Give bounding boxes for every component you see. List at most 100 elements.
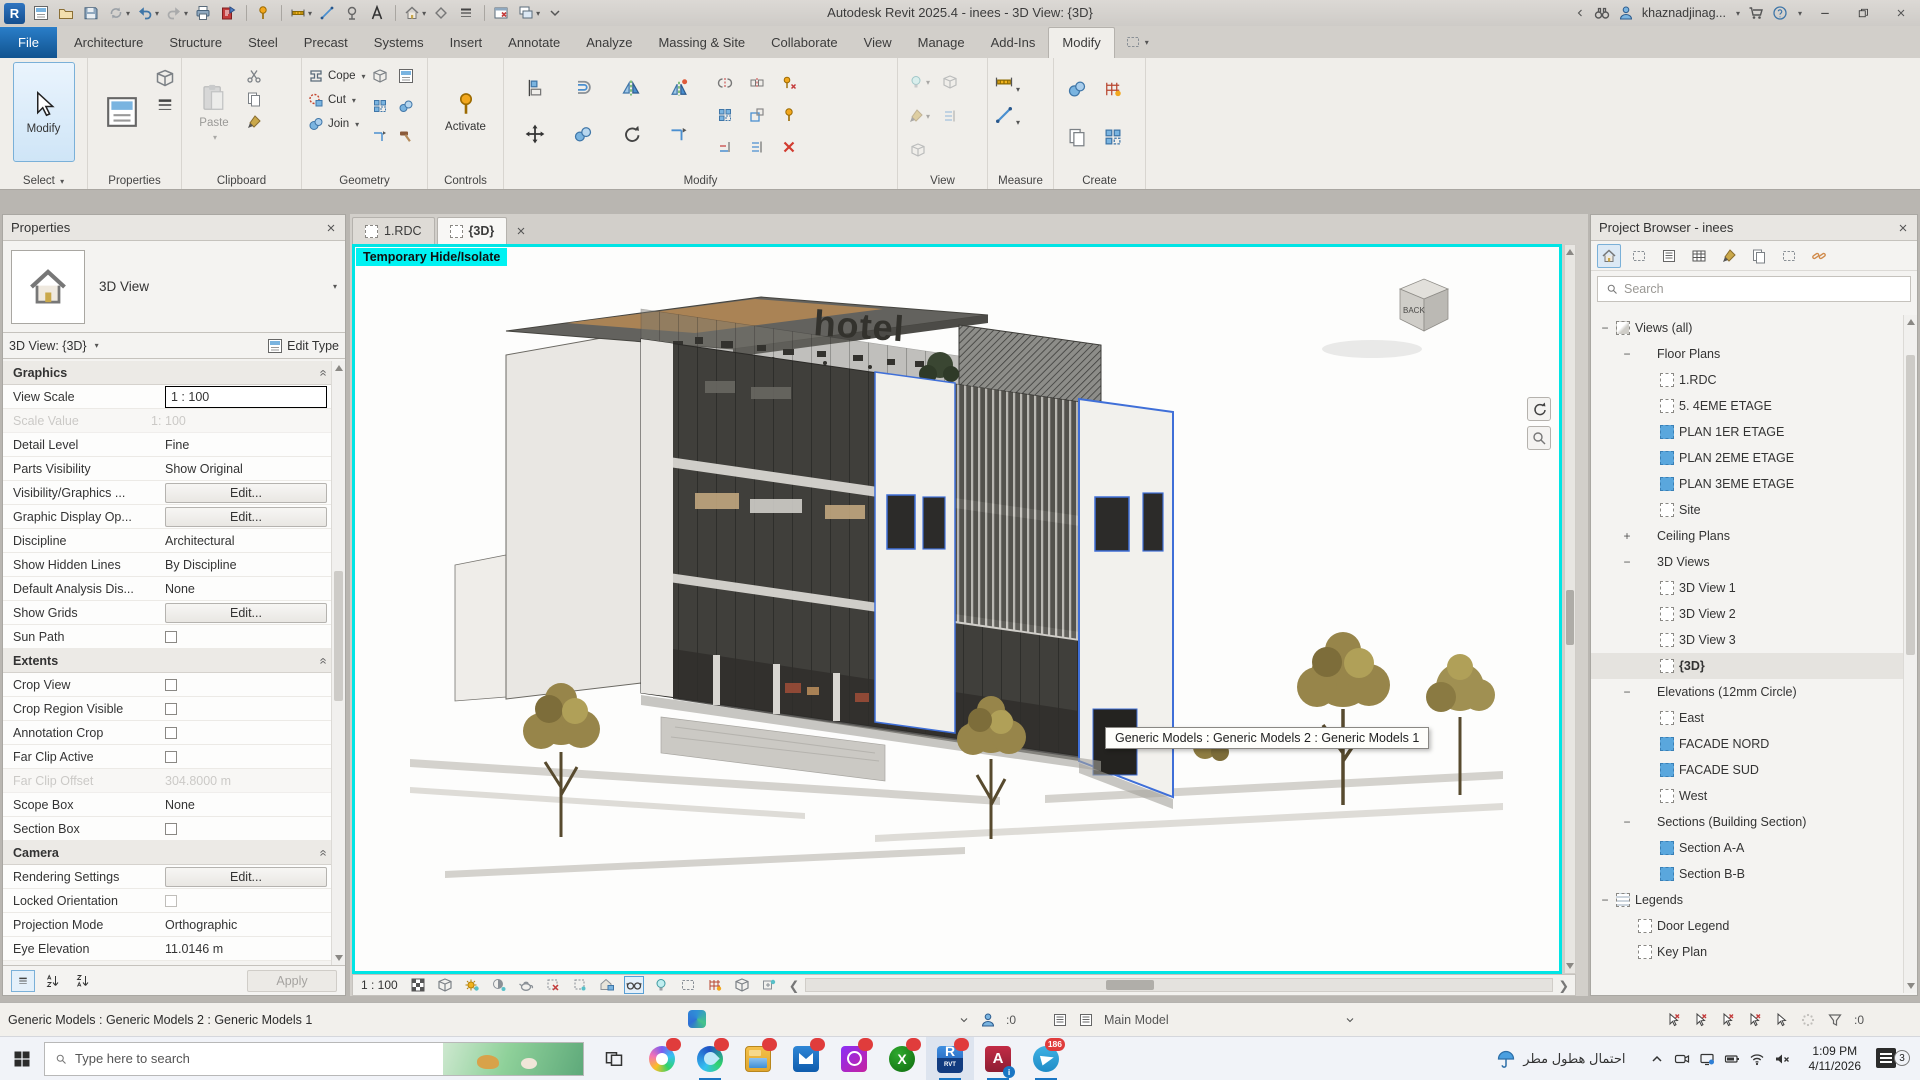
checkbox[interactable] [165,895,177,907]
task-view-button[interactable] [590,1037,638,1080]
property-row[interactable]: Crop View [3,673,331,697]
checkbox[interactable] [165,679,177,691]
property-row[interactable]: Crop Region Visible [3,697,331,721]
close-button[interactable] [1882,0,1920,26]
ribbon-tab[interactable]: Modify [1048,27,1114,58]
tree-item[interactable]: 3D View 2 [1591,601,1903,627]
tray-battery-icon[interactable] [1724,1051,1740,1067]
geometry-panel-label[interactable]: Geometry [302,175,427,187]
checkbox[interactable] [165,727,177,739]
paste-button[interactable]: Paste▾ [188,62,240,162]
crop-view-off-icon[interactable] [543,976,563,994]
weather-widget[interactable]: احتمال هطول مطر [1496,1049,1625,1069]
type-selector-dropdown-icon[interactable]: ▾ [333,282,337,291]
selected-facade-panel[interactable] [875,372,955,733]
array-icon[interactable] [710,100,740,130]
thin-lines-icon[interactable] [456,4,478,22]
ribbon-tab[interactable]: Architecture [61,28,156,58]
measure-panel-label[interactable]: Measure [988,175,1053,187]
mirror-pick-axis-icon[interactable] [614,68,648,108]
copy-icon[interactable] [566,114,600,154]
design-options-icon[interactable] [1078,1012,1094,1028]
view-scale-button[interactable]: 1 : 100 [353,978,408,992]
tree-item[interactable]: − 3D Views [1591,549,1903,575]
offset-grid-icon[interactable] [372,98,388,114]
default-3d-view-icon[interactable]: ▾ [402,4,428,22]
rotate-icon[interactable] [614,114,648,154]
tree-item[interactable]: 5. 4EME ETAGE [1591,393,1903,419]
property-row[interactable]: Eye Elevation 11.0146 m [3,937,331,961]
section-icon[interactable] [431,4,453,22]
separator[interactable] [281,5,282,21]
properties-window-icon[interactable] [31,4,53,22]
view-cube[interactable]: BACK [1322,279,1448,358]
tree-item[interactable]: 3D View 1 [1591,575,1903,601]
property-row[interactable]: Scale Value 1: 100 [3,409,331,433]
unjoin-icon[interactable] [398,98,414,114]
checkbox[interactable] [165,703,177,715]
join-geometry-button[interactable]: Join▾ [308,116,366,132]
displace-elements-icon[interactable] [904,134,934,166]
reveal-hidden-icon[interactable]: ▾ [904,66,934,98]
properties-palette-button[interactable] [94,62,149,162]
drag-on-selection-icon[interactable] [1773,1012,1789,1028]
worksets-icon[interactable] [980,1012,996,1028]
ribbon-tab[interactable]: Add-Ins [978,28,1049,58]
tree-item[interactable]: 1.RDC [1591,367,1903,393]
browser-links-icon[interactable] [1807,244,1831,268]
tree-item[interactable]: East [1591,705,1903,731]
property-row[interactable]: Graphics [3,361,331,385]
modify-panel-label[interactable]: Modify [504,175,897,187]
aligned-dimension-icon[interactable]: ▾ [994,72,1020,95]
checkbox[interactable] [165,631,177,643]
trim-extend-single-icon[interactable] [710,132,740,162]
viewcube-back-label[interactable]: BACK [1403,306,1425,315]
app-purple[interactable] [830,1037,878,1080]
ribbon-tab[interactable]: File [0,27,57,58]
zoom-icon[interactable] [1527,426,1551,450]
app-store-cart-icon[interactable] [1748,5,1764,21]
visual-style-icon[interactable] [408,976,428,994]
tree-item[interactable]: PLAN 3EME ETAGE [1591,471,1903,497]
constraints-icon[interactable] [732,976,752,994]
type-properties-icon[interactable] [155,95,175,115]
tree-item[interactable]: − Views (all) [1591,315,1903,341]
transfer-standards-icon[interactable] [218,4,240,22]
shadows-icon[interactable] [489,976,509,994]
browser-views-icon[interactable] [1627,244,1651,268]
apply-button[interactable]: Apply [247,970,337,992]
property-row[interactable]: Projection Mode Orthographic [3,913,331,937]
measure-between-refs-icon[interactable]: ▾ [994,105,1020,128]
default-3d-icon[interactable] [936,66,966,98]
locked-3d-view-icon[interactable] [597,976,617,994]
pin-icon[interactable] [774,100,804,130]
view-tab[interactable]: {3D} [437,217,508,244]
ribbon-tab[interactable]: Massing & Site [645,28,758,58]
notification-center[interactable]: 3 [1876,1044,1910,1074]
modify-tool-button[interactable]: Modify [13,62,75,162]
reveal-hidden-elements-icon[interactable] [651,976,671,994]
app-adobe[interactable]: A i [974,1037,1022,1080]
open-file-icon[interactable] [56,4,78,22]
unpin-icon[interactable] [774,68,804,98]
mirror-draw-axis-icon[interactable] [662,68,696,108]
ribbon-tab[interactable]: Insert [437,28,496,58]
tray-display-icon[interactable] [1699,1051,1715,1067]
ribbon-tab[interactable]: Structure [156,28,235,58]
viewport-3d[interactable]: Temporary Hide/Isolate [352,244,1562,974]
property-row[interactable]: Locked Orientation [3,889,331,913]
activate-controls-button[interactable]: Activate [435,62,497,162]
temporary-hide-isolate-label[interactable]: Temporary Hide/Isolate [356,248,507,266]
tree-item[interactable]: Site [1591,497,1903,523]
browser-home-icon[interactable] [1597,244,1621,268]
family-types-icon[interactable] [155,68,175,88]
cut-geometry-button[interactable]: Cut▾ [308,92,366,108]
modify-pin-icon[interactable] [253,4,275,22]
split-element-icon[interactable] [710,68,740,98]
override-lines-icon[interactable] [936,100,966,132]
help-icon[interactable] [1772,5,1788,21]
linework-icon[interactable]: ▾ [904,100,934,132]
split-with-gap-icon[interactable] [742,68,772,98]
tree-item[interactable]: FACADE NORD [1591,731,1903,757]
type-selector[interactable]: 3D View ▾ [3,241,345,333]
